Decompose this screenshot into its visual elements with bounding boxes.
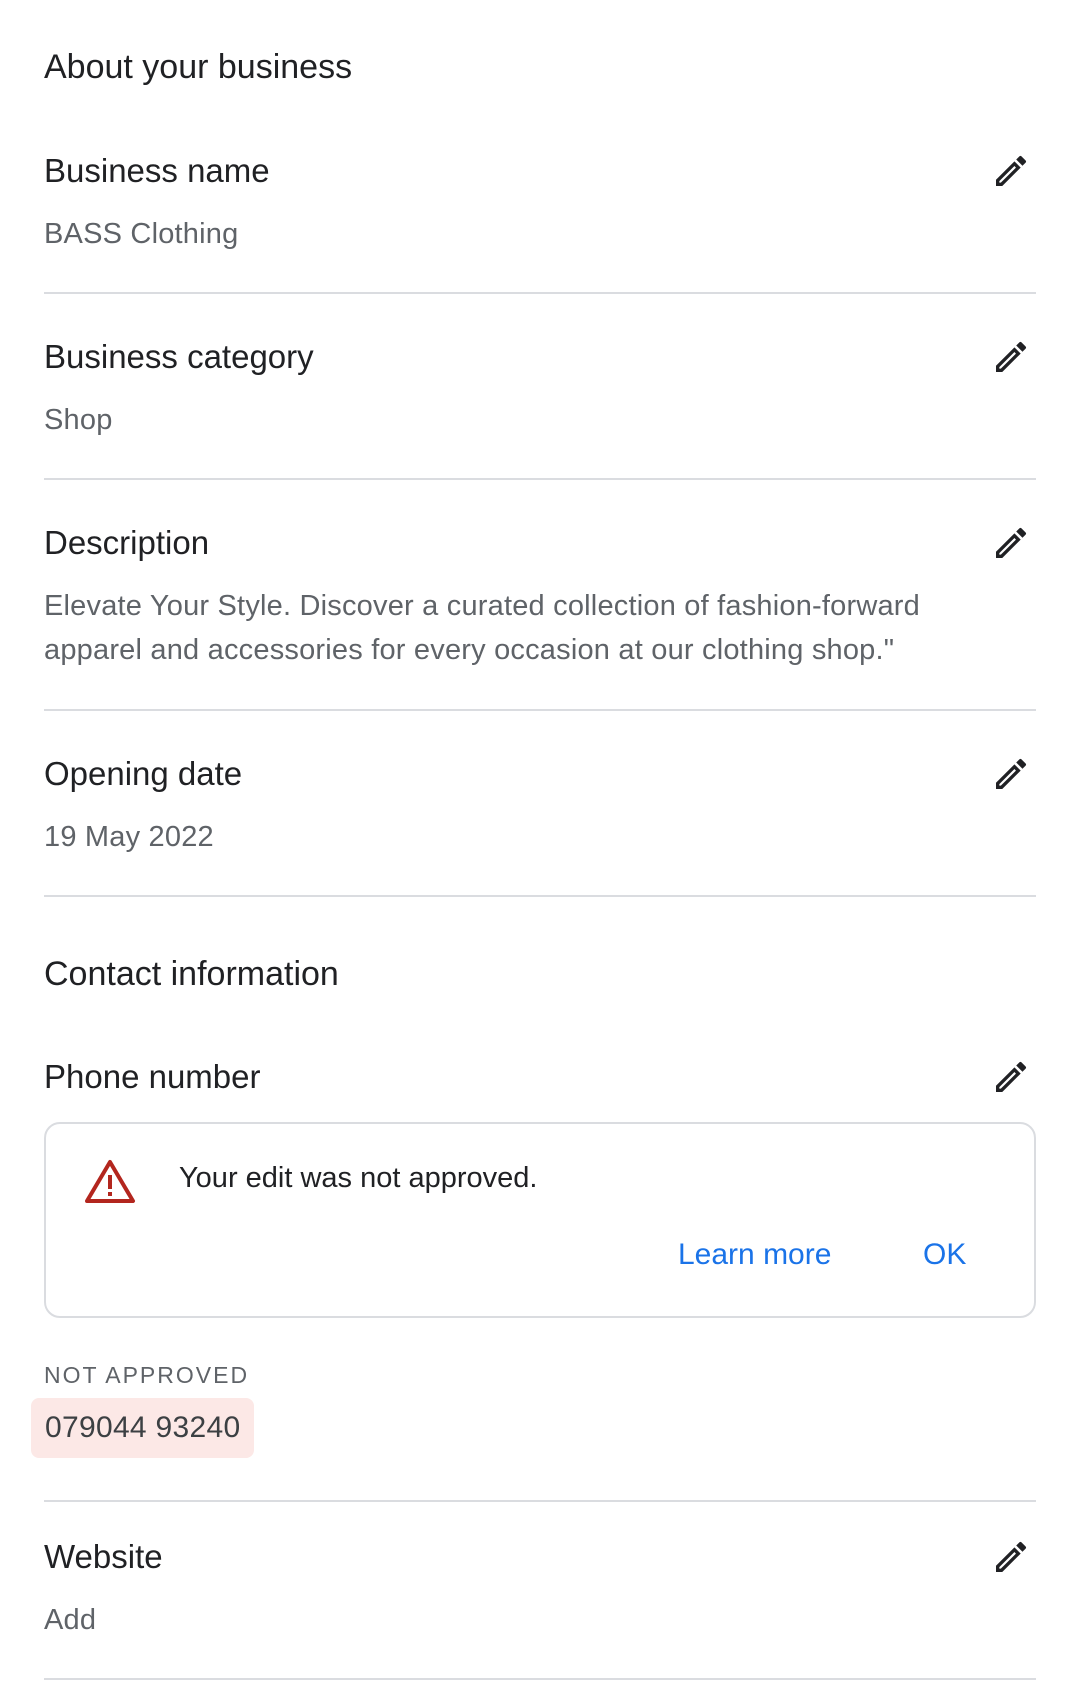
business-name-row: Business name BASS Clothing	[44, 152, 1036, 294]
edit-business-category-button[interactable]	[986, 332, 1036, 382]
business-category-row: Business category Shop	[44, 338, 1036, 480]
pencil-icon	[996, 341, 1027, 372]
ok-button[interactable]: OK	[923, 1238, 966, 1272]
website-value[interactable]: Add	[44, 1598, 96, 1642]
pencil-icon	[996, 527, 1027, 558]
business-name-label: Business name	[44, 152, 270, 189]
rejected-phone-value: 079044 93240	[31, 1398, 255, 1458]
about-section-title: About your business	[44, 48, 353, 86]
website-label: Website	[44, 1538, 163, 1575]
pencil-icon	[996, 758, 1027, 789]
edit-business-name-button[interactable]	[986, 146, 1036, 196]
pencil-icon	[996, 155, 1027, 186]
phone-number-label: Phone number	[44, 1058, 261, 1095]
warning-triangle-icon	[85, 1160, 135, 1203]
description-line-1: Elevate Your Style. Discover a curated c…	[44, 590, 920, 622]
edit-opening-date-button[interactable]	[986, 749, 1036, 799]
edit-rejected-notice: Your edit was not approved. Learn more O…	[44, 1122, 1036, 1318]
opening-date-value: 19 May 2022	[44, 821, 214, 853]
pencil-icon	[996, 1061, 1027, 1092]
description-label: Description	[44, 524, 210, 561]
phone-status-label: NOT APPROVED	[44, 1362, 250, 1388]
opening-date-row: Opening date 19 May 2022	[44, 755, 1036, 897]
edit-phone-number-button[interactable]	[986, 1052, 1036, 1102]
business-category-label: Business category	[44, 338, 314, 375]
website-row: Website Add	[44, 1538, 1036, 1680]
description-row: Description Elevate Your Style. Discover…	[44, 524, 1036, 711]
edit-website-button[interactable]	[986, 1532, 1036, 1582]
business-category-value: Shop	[44, 404, 113, 436]
contact-section-title: Contact information	[44, 955, 339, 993]
learn-more-link[interactable]: Learn more	[678, 1238, 831, 1272]
pencil-icon	[996, 1541, 1027, 1572]
opening-date-label: Opening date	[44, 755, 243, 792]
description-line-2: apparel and accessories for every occasi…	[44, 634, 895, 666]
notice-message: Your edit was not approved.	[179, 1162, 538, 1194]
edit-description-button[interactable]	[986, 518, 1036, 568]
business-name-value: BASS Clothing	[44, 218, 239, 250]
